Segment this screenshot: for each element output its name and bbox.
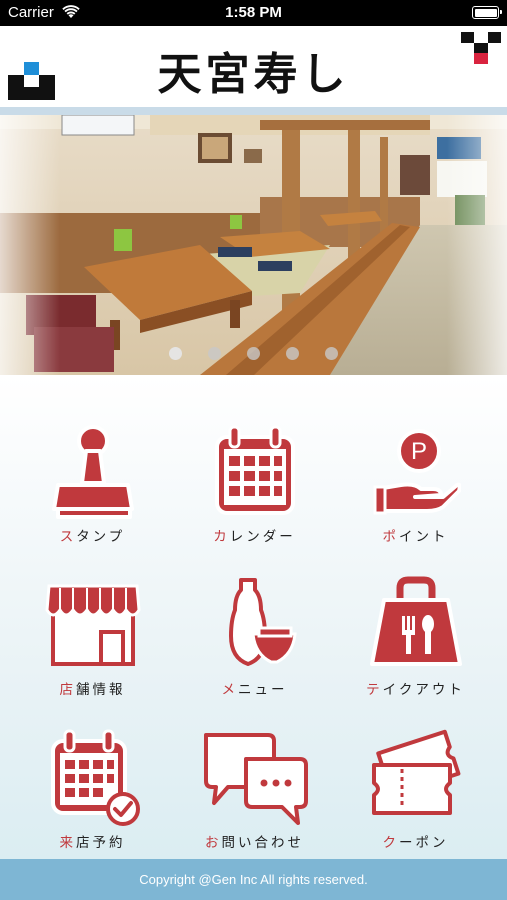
main-menu-grid: スタンプ カレンダー P ポイント 店舗情報 メニュー テイクアウト 来店予約 … bbox=[0, 375, 507, 859]
clock: 1:58 PM bbox=[225, 4, 282, 21]
header-divider bbox=[0, 107, 507, 115]
menu-item-point[interactable]: P ポイント bbox=[331, 385, 500, 544]
coin-letter: P bbox=[410, 438, 426, 465]
battery-icon bbox=[472, 6, 502, 19]
point-coin-icon: P bbox=[331, 423, 500, 523]
menu-item-takeout[interactable]: テイクアウト bbox=[331, 538, 500, 697]
menu-label: お問い合わせ bbox=[205, 835, 304, 850]
calendar-icon bbox=[170, 423, 339, 523]
carousel-dot[interactable] bbox=[247, 347, 260, 360]
stamp-icon bbox=[8, 423, 177, 523]
shop-title: 天宮寿し bbox=[157, 49, 350, 100]
carousel-dot[interactable] bbox=[169, 347, 182, 360]
pixel-logo-right-icon bbox=[461, 32, 501, 69]
takeout-bag-icon bbox=[331, 576, 500, 676]
footer: Copyright @Gen Inc All rights reserved. bbox=[0, 859, 507, 900]
menu-item-reservation[interactable]: 来店予約 bbox=[8, 691, 177, 850]
restaurant-interior-photo bbox=[0, 115, 507, 375]
menu-item-calendar[interactable]: カレンダー bbox=[170, 385, 339, 544]
menu-item-contact[interactable]: お問い合わせ bbox=[170, 691, 339, 850]
status-bar: Carrier 1:58 PM bbox=[0, 0, 507, 26]
carousel-dot[interactable] bbox=[286, 347, 299, 360]
chat-bubbles-icon bbox=[170, 729, 339, 829]
photo-carousel[interactable] bbox=[0, 115, 507, 375]
menu-label: 来店予約 bbox=[59, 835, 126, 850]
app-header: 天宮寿し bbox=[0, 26, 507, 107]
reservation-calendar-icon bbox=[8, 729, 177, 829]
carousel-dot[interactable] bbox=[325, 347, 338, 360]
app-screen: Carrier 1:58 PM 天宮寿し スタンプ カレンダー P ポイント 店… bbox=[0, 0, 507, 900]
copyright-text: Copyright @Gen Inc All rights reserved. bbox=[139, 872, 368, 887]
menu-label: クーポン bbox=[382, 835, 449, 850]
carousel-dot[interactable] bbox=[208, 347, 221, 360]
menu-item-coupon[interactable]: クーポン bbox=[331, 691, 500, 850]
menu-item-store-info[interactable]: 店舗情報 bbox=[8, 538, 177, 697]
sake-bottle-icon bbox=[170, 576, 339, 676]
coupon-icon bbox=[331, 729, 500, 829]
storefront-icon bbox=[8, 576, 177, 676]
menu-item-menu[interactable]: メニュー bbox=[170, 538, 339, 697]
carousel-pagination bbox=[0, 347, 507, 360]
menu-item-stamp[interactable]: スタンプ bbox=[8, 385, 177, 544]
